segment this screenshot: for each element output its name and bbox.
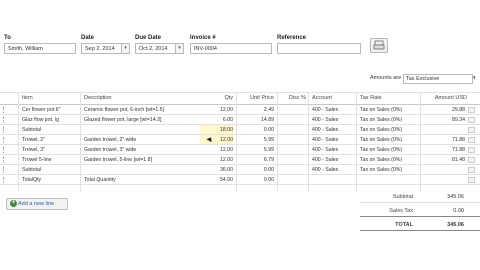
drag-handle-icon[interactable] bbox=[3, 157, 5, 163]
total-value: 345.06 bbox=[447, 222, 464, 228]
amounts-are-select[interactable]: Tax Exclusive bbox=[403, 74, 473, 84]
invoice-number-label: Invoice # bbox=[190, 35, 216, 41]
total-label: TOTAL bbox=[395, 222, 413, 228]
delete-row-icon[interactable] bbox=[468, 107, 475, 113]
drag-handle-icon[interactable] bbox=[3, 107, 5, 113]
reference-field[interactable] bbox=[277, 43, 361, 54]
table-row[interactable]: Cer flower pot 6" Ceramic flower pot, 6-i… bbox=[0, 105, 480, 115]
delete-row-icon[interactable] bbox=[468, 127, 475, 133]
amounts-dropdown-icon[interactable]: ▾ bbox=[473, 75, 476, 81]
to-field[interactable]: Smith, William bbox=[4, 43, 76, 54]
subtotal-value: 345.06 bbox=[447, 194, 464, 200]
col-unit-price: Unit Price bbox=[250, 95, 274, 101]
col-amount: Amount USD bbox=[434, 95, 467, 101]
col-item: Item bbox=[22, 95, 33, 101]
col-description: Description bbox=[84, 95, 112, 101]
delete-row-icon[interactable] bbox=[468, 137, 475, 143]
add-new-line-button[interactable]: + Add a new line bbox=[6, 198, 68, 210]
drag-handle-icon[interactable] bbox=[3, 167, 5, 173]
col-disc: Disc % bbox=[288, 95, 306, 101]
delete-row-icon[interactable] bbox=[468, 167, 475, 173]
sales-tax-value: 0.00 bbox=[453, 208, 464, 214]
table-row[interactable]: Subtotal 36.00 0.00 400 - Sales Tax on Sales… bbox=[0, 165, 480, 175]
print-icon bbox=[373, 40, 385, 50]
table-row[interactable]: Trowel 5-line Garden trowel, 5-line [wt=1… bbox=[0, 155, 480, 165]
delete-row-icon[interactable] bbox=[468, 157, 475, 163]
plus-icon: + bbox=[10, 200, 17, 207]
date-dropdown-icon[interactable]: ▾ bbox=[122, 43, 130, 54]
add-new-line-label: Add a new line bbox=[18, 201, 55, 207]
due-date-label: Due Date bbox=[135, 35, 162, 41]
table-row[interactable]: Glaz flow pot, lg Glazed flower pot, larg… bbox=[0, 115, 480, 125]
delete-row-icon[interactable] bbox=[468, 177, 475, 183]
col-qty: Qty bbox=[224, 95, 233, 101]
subtotal-label: Subtotal bbox=[392, 194, 413, 200]
due-date-dropdown-icon[interactable]: ▾ bbox=[176, 43, 184, 54]
table-row[interactable]: Trowel, 2" Garden trowel, 2" wide 12.00 5.9… bbox=[0, 135, 480, 145]
drag-handle-icon[interactable] bbox=[3, 137, 5, 143]
col-account: Account bbox=[312, 95, 332, 101]
sales-tax-label: Sales Tax bbox=[389, 208, 413, 214]
date-label: Date bbox=[81, 35, 95, 41]
table-row[interactable]: TotalQty Total Quantity 54.00 0.00 bbox=[0, 175, 480, 185]
drag-handle-icon[interactable] bbox=[3, 127, 5, 133]
drag-handle-icon[interactable] bbox=[3, 147, 5, 153]
reference-label: Reference bbox=[277, 35, 307, 41]
drag-handle-icon[interactable] bbox=[3, 177, 5, 183]
drag-handle-icon[interactable] bbox=[3, 117, 5, 123]
delete-row-icon[interactable] bbox=[468, 117, 475, 123]
table-row[interactable]: Trowel, 3" Garden trowel, 3" wide 12.00 5.9… bbox=[0, 145, 480, 155]
table-row[interactable]: Subtotal 18.00 0.00 400 - Sales Tax on Sales… bbox=[0, 125, 480, 135]
amounts-are-label: Amounts are bbox=[370, 75, 402, 81]
to-label: To bbox=[4, 35, 11, 41]
col-tax-rate: Tax Rate bbox=[360, 95, 382, 101]
invoice-number-field[interactable]: INV-0004 bbox=[190, 43, 272, 54]
delete-row-icon[interactable] bbox=[468, 147, 475, 153]
due-date-field[interactable]: Oct 2, 2014 bbox=[135, 43, 176, 54]
print-button[interactable] bbox=[370, 38, 388, 53]
date-field[interactable]: Sep 2, 2014 bbox=[81, 43, 122, 54]
